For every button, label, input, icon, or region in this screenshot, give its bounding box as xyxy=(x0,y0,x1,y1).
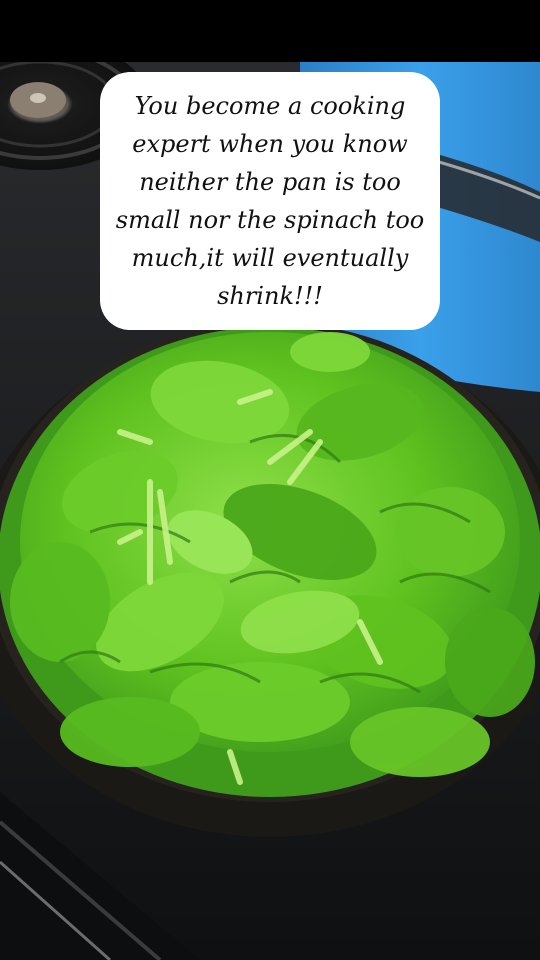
story-frame: You become a cooking expert when you kno… xyxy=(0,0,540,960)
caption-text: You become a cooking expert when you kno… xyxy=(115,92,425,310)
chopped-spinach xyxy=(0,327,540,797)
caption-bubble: You become a cooking expert when you kno… xyxy=(100,72,440,330)
top-black-bar xyxy=(0,0,540,62)
